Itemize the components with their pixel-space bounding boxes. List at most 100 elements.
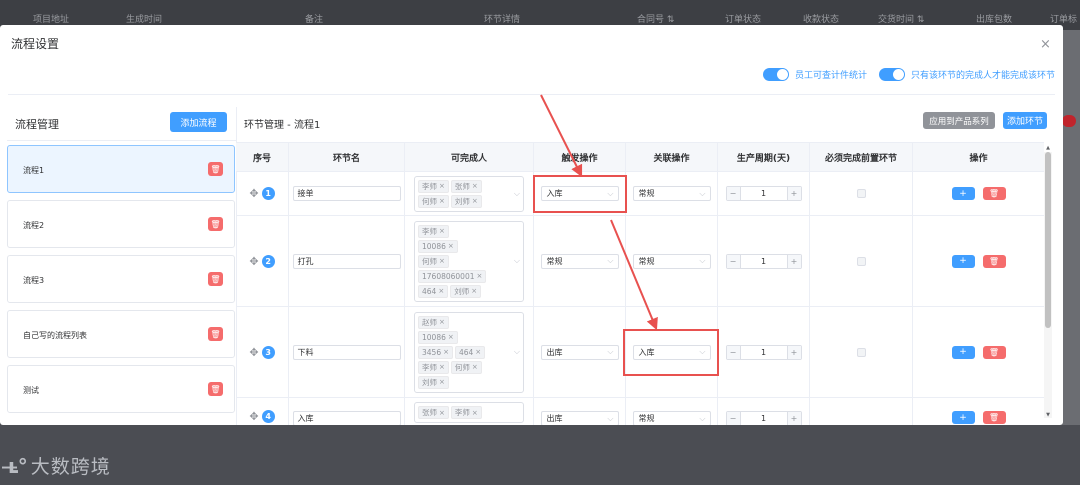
close-icon[interactable]: ×: [1040, 37, 1051, 52]
col-prerequisite: 必须完成前置环节: [810, 143, 913, 171]
stage-name-input[interactable]: 接单: [292, 186, 401, 201]
cycle-stepper[interactable]: −1 +: [725, 186, 802, 201]
flow-item-3[interactable]: 流程3 🗑: [7, 255, 235, 303]
toggle-employee-piece-stats[interactable]: [762, 68, 789, 81]
delete-icon[interactable]: 🗑: [208, 327, 223, 341]
add-icon[interactable]: +: [951, 411, 975, 424]
flow-item-5[interactable]: 测试 🗑: [7, 365, 235, 413]
col-index: 序号: [236, 143, 289, 171]
tag-close-icon[interactable]: ×: [472, 363, 478, 371]
minus-icon[interactable]: −: [726, 412, 741, 425]
add-flow-button[interactable]: 添加流程: [170, 112, 227, 132]
minus-icon[interactable]: −: [726, 254, 741, 268]
trigger-action-select[interactable]: 出库 ⌵: [540, 411, 619, 425]
stage-name-input[interactable]: 打孔: [292, 253, 401, 269]
trigger-action-select[interactable]: 出库 ⌵: [540, 344, 619, 360]
bg-col-delivery[interactable]: 交货时间 ⇅: [878, 12, 924, 25]
divider: [8, 94, 1055, 95]
add-stage-button[interactable]: 添加环节: [1003, 112, 1047, 129]
tag-close-icon[interactable]: ×: [439, 227, 445, 235]
tag-close-icon[interactable]: ×: [439, 257, 445, 265]
related-action-select[interactable]: 常规 ⌵: [632, 186, 711, 201]
minus-icon[interactable]: −: [726, 187, 741, 200]
plus-icon[interactable]: +: [786, 412, 801, 425]
delete-icon[interactable]: 🗑: [982, 345, 1006, 359]
toggle-only-assignee-complete[interactable]: [878, 68, 905, 81]
flow-item-4[interactable]: 自己写的流程列表 🗑: [7, 310, 235, 358]
tag-close-icon[interactable]: ×: [439, 182, 445, 190]
delete-icon[interactable]: 🗑: [982, 187, 1006, 200]
scrollbar-thumb[interactable]: [1045, 152, 1051, 328]
delete-icon[interactable]: 🗑: [208, 217, 223, 231]
assignee-tag: 李师 ×: [418, 360, 449, 374]
table-scrollbar[interactable]: ▲ ▼: [1044, 145, 1052, 418]
col-trigger-action: 触发操作: [534, 143, 626, 171]
toggle-only-assignee-complete-label: 只有该环节的完成人才能完成该环节: [910, 71, 1055, 81]
drag-handle-icon[interactable]: ✥: [249, 346, 258, 359]
bg-col-contract[interactable]: 合同号 ⇅: [637, 12, 674, 25]
tag-close-icon[interactable]: ×: [439, 197, 445, 205]
index-cell: ✥ 2: [236, 216, 289, 306]
drag-handle-icon[interactable]: ✥: [249, 255, 258, 268]
stage-name-input[interactable]: 下料: [292, 344, 401, 360]
assignee-tag: 17608060001 ×: [418, 269, 487, 283]
tag-close-icon[interactable]: ×: [439, 409, 445, 417]
tag-close-icon[interactable]: ×: [439, 363, 445, 371]
cycle-stepper[interactable]: −1 +: [725, 253, 802, 269]
flow-item-2[interactable]: 流程2 🗑: [7, 200, 235, 248]
cycle-cell: −1 +: [718, 172, 810, 215]
highlight-box-trigger: [533, 175, 627, 213]
related-action-select[interactable]: 常规 ⌵: [632, 253, 711, 269]
drag-handle-icon[interactable]: ✥: [249, 187, 258, 200]
plus-icon[interactable]: +: [786, 187, 801, 200]
scroll-up-icon[interactable]: ▲: [1044, 145, 1052, 151]
prerequisite-checkbox[interactable]: [856, 189, 866, 198]
add-icon[interactable]: +: [951, 187, 975, 200]
plus-icon[interactable]: +: [786, 254, 801, 268]
prerequisite-checkbox[interactable]: [856, 256, 866, 266]
tag-close-icon[interactable]: ×: [439, 318, 445, 326]
add-icon[interactable]: +: [951, 345, 975, 359]
apply-to-product-series-button[interactable]: 应用到产品系列: [923, 112, 995, 129]
flow-item-1[interactable]: 流程1 🗑: [7, 145, 235, 193]
cycle-stepper[interactable]: −1 +: [725, 411, 802, 425]
cycle-cell: −1 +: [718, 216, 810, 306]
tag-close-icon[interactable]: ×: [477, 272, 483, 280]
tag-close-icon[interactable]: ×: [472, 409, 478, 417]
related-action-select[interactable]: 常规 ⌵: [632, 411, 711, 425]
tag-close-icon[interactable]: ×: [439, 378, 445, 386]
plus-icon[interactable]: +: [786, 345, 801, 359]
tag-close-icon[interactable]: ×: [448, 333, 454, 341]
trigger-action-select[interactable]: 常规 ⌵: [540, 253, 619, 269]
trigger-cell: 出库 ⌵: [534, 307, 626, 397]
chevron-down-icon: ⌵: [607, 256, 614, 265]
assignees-select[interactable]: 赵师 × 10086 × 3456 × 464 × 李师 × 何师 × 刘师 × ⌵: [414, 311, 524, 393]
tag-close-icon[interactable]: ×: [448, 242, 454, 250]
tag-close-icon[interactable]: ×: [438, 287, 444, 295]
add-icon[interactable]: +: [951, 254, 975, 268]
prerequisite-checkbox[interactable]: [856, 347, 866, 357]
prerequisite-cell: [810, 172, 913, 215]
assignees-cell: 赵师 × 10086 × 3456 × 464 × 李师 × 何师 × 刘师 × ⌵: [405, 307, 534, 397]
delete-icon[interactable]: 🗑: [982, 411, 1006, 424]
drag-handle-icon[interactable]: ✥: [249, 410, 258, 423]
assignees-select[interactable]: 李师 × 张师 × 何师 × 刘师 × ⌵: [414, 175, 524, 212]
scroll-down-icon[interactable]: ▼: [1044, 412, 1052, 418]
tag-close-icon[interactable]: ×: [475, 348, 481, 356]
dialog-title: 流程设置: [11, 37, 60, 51]
index-badge: 1: [261, 187, 275, 200]
delete-icon[interactable]: 🗑: [982, 254, 1006, 268]
minus-icon[interactable]: −: [726, 345, 741, 359]
delete-icon[interactable]: 🗑: [208, 272, 223, 286]
assignees-select[interactable]: 张师 × 李师 ×: [414, 402, 524, 423]
delete-icon[interactable]: 🗑: [208, 382, 223, 396]
stage-name-input[interactable]: 入库: [292, 411, 401, 425]
delete-icon[interactable]: 🗑: [208, 162, 223, 176]
tag-close-icon[interactable]: ×: [443, 348, 449, 356]
col-actions: 操作: [969, 153, 988, 164]
assignees-select[interactable]: 李师 × 10086 × 何师 × 17608060001 × 464 × 刘师 × ⌵: [414, 220, 524, 302]
tag-close-icon[interactable]: ×: [471, 287, 477, 295]
tag-close-icon[interactable]: ×: [472, 197, 478, 205]
tag-close-icon[interactable]: ×: [472, 182, 478, 190]
cycle-stepper[interactable]: −1 +: [725, 344, 802, 360]
